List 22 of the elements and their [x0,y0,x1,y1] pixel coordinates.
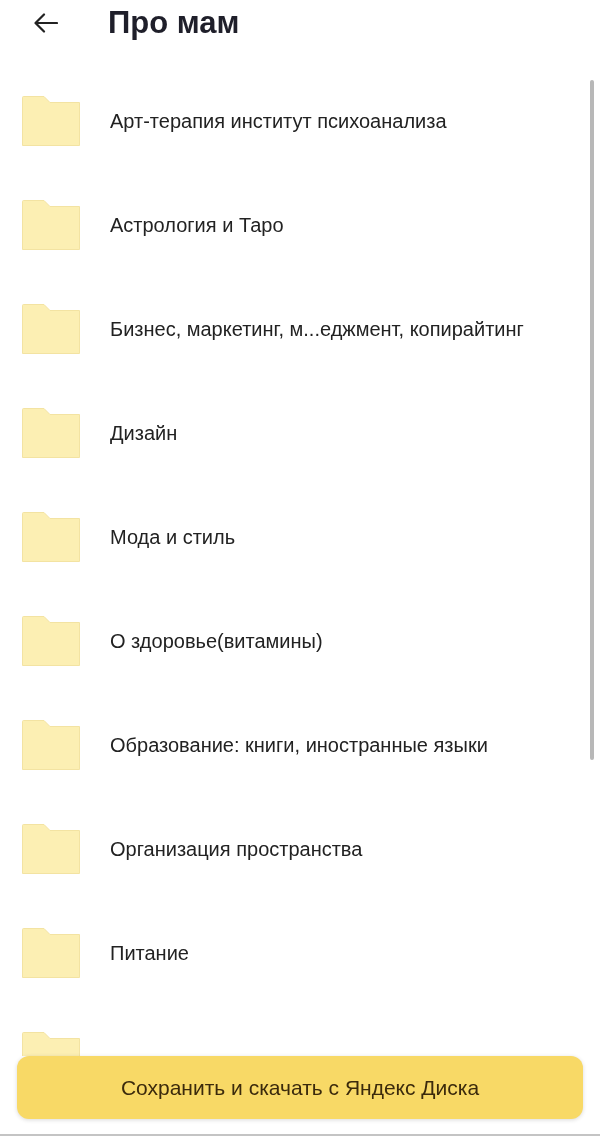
folder-name[interactable]: Арт-терапия институт психоанализа [110,108,447,134]
folder-name[interactable]: Питание [110,940,189,966]
folder-icon[interactable] [22,200,80,250]
folder-icon[interactable] [22,512,80,562]
folder-icon[interactable] [22,96,80,146]
folder-name[interactable]: О здоровье(витамины) [110,628,323,654]
folder-icon[interactable] [22,928,80,978]
folder-icon[interactable] [22,408,80,458]
folder-name[interactable]: Астрология и Таро [110,212,284,238]
folder-icon[interactable] [22,616,80,666]
folder-icon[interactable] [22,304,80,354]
back-arrow-icon[interactable] [34,13,58,33]
folder-name[interactable]: Мода и стиль [110,524,236,550]
save-download-button[interactable]: Сохранить и скачать с Яндекс Диска [17,1056,583,1119]
folder-icon[interactable] [22,824,80,874]
folder-name[interactable]: Образование: книги, иностранные языки [110,732,488,758]
folder-name[interactable]: Организация пространства [110,836,363,862]
folder-icon[interactable] [22,1032,80,1056]
folder-name[interactable]: Бизнес, маркетинг, м...еджмент, копирайтинг [110,316,524,342]
folder-title: Про мам [108,4,240,42]
folder-name[interactable]: Дизайн [110,420,178,446]
folder-icon[interactable] [22,720,80,770]
